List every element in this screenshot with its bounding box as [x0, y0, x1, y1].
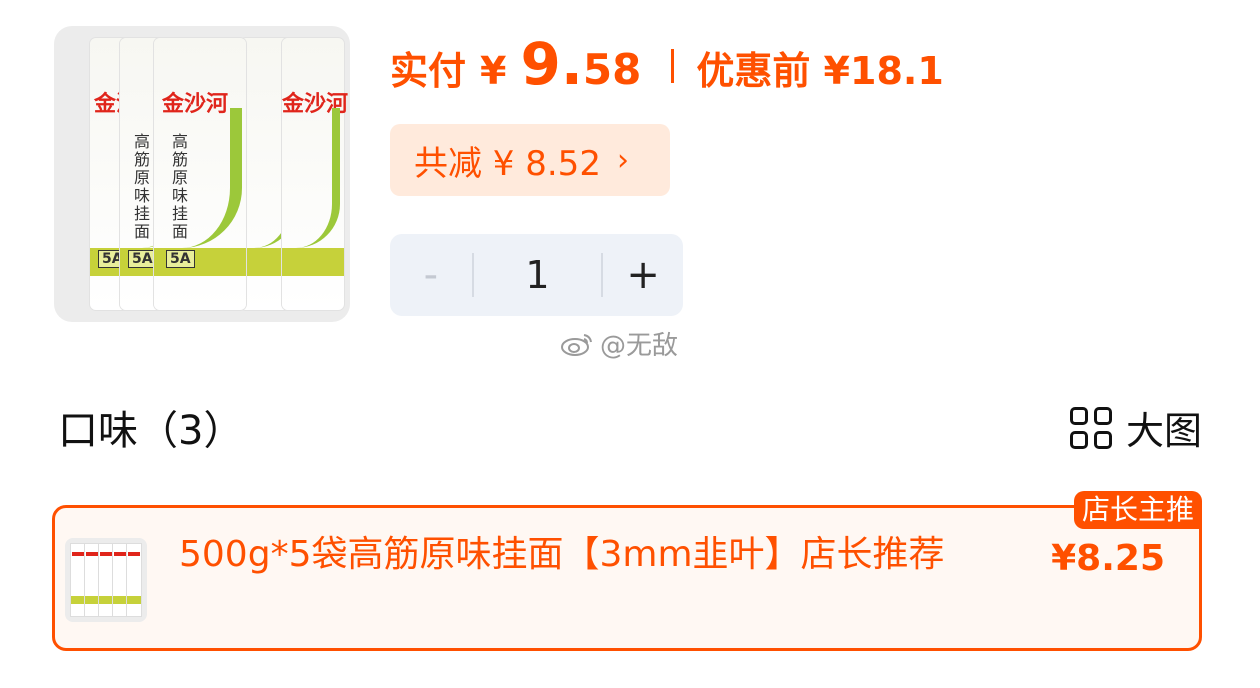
noodle-pack: 金沙河: [282, 38, 348, 310]
decrease-button[interactable]: -: [390, 252, 472, 298]
pack-grade: 5A: [166, 250, 195, 268]
pack-name: 高筋原味挂面: [131, 133, 150, 241]
big-view-toggle[interactable]: 大图: [1069, 400, 1202, 455]
option-price: ¥8.25: [1051, 538, 1165, 579]
flavor-section-title: 口味（3）: [58, 408, 244, 454]
option-name: 500g*5袋高筋原味挂面【3mm韭叶】店长推荐: [179, 534, 945, 575]
option-thumbnail: [65, 538, 147, 622]
discount-button[interactable]: 共减 ¥ 8.52 ›: [390, 124, 670, 196]
pay-dot: .: [560, 30, 583, 98]
recommend-badge: 店长主推: [1073, 491, 1202, 529]
increase-button[interactable]: +: [603, 252, 683, 298]
product-image[interactable]: 金沙河 高筋原味挂面 5A 高筋原味挂面 5A 金沙河 金沙河 高筋原味挂面 5…: [54, 26, 350, 322]
pay-label: 实付: [390, 49, 467, 93]
currency-symbol: ¥: [480, 49, 507, 93]
pay-integer: 9: [520, 30, 561, 98]
pack-curve: [170, 108, 242, 248]
big-view-label: 大图: [1125, 409, 1202, 453]
pay-decimal: 58: [582, 45, 642, 94]
chevron-right-icon: ›: [616, 142, 629, 178]
price-line: 实付 ¥ 9 . 58 优惠前 ¥18.1: [390, 30, 944, 102]
quantity-value[interactable]: 1: [474, 253, 602, 297]
noodle-pack-front: 金沙河 高筋原味挂面 5A: [154, 38, 246, 310]
pack-curve: [296, 108, 340, 248]
pack-grade: 5A: [128, 250, 157, 268]
pack-band: [282, 248, 344, 276]
flavor-option-selected[interactable]: 500g*5袋高筋原味挂面【3mm韭叶】店长推荐 ¥8.25 店长主推: [52, 491, 1202, 651]
grid-icon: [1069, 406, 1112, 449]
price-divider: [671, 49, 675, 83]
original-price: 优惠前 ¥18.1: [696, 49, 944, 93]
weibo-icon: [561, 333, 592, 356]
quantity-stepper: - 1 +: [390, 234, 683, 316]
watermark: @无敌: [560, 325, 678, 362]
discount-label: 共减 ¥ 8.52: [414, 143, 601, 184]
watermark-text: @无敌: [600, 331, 679, 361]
